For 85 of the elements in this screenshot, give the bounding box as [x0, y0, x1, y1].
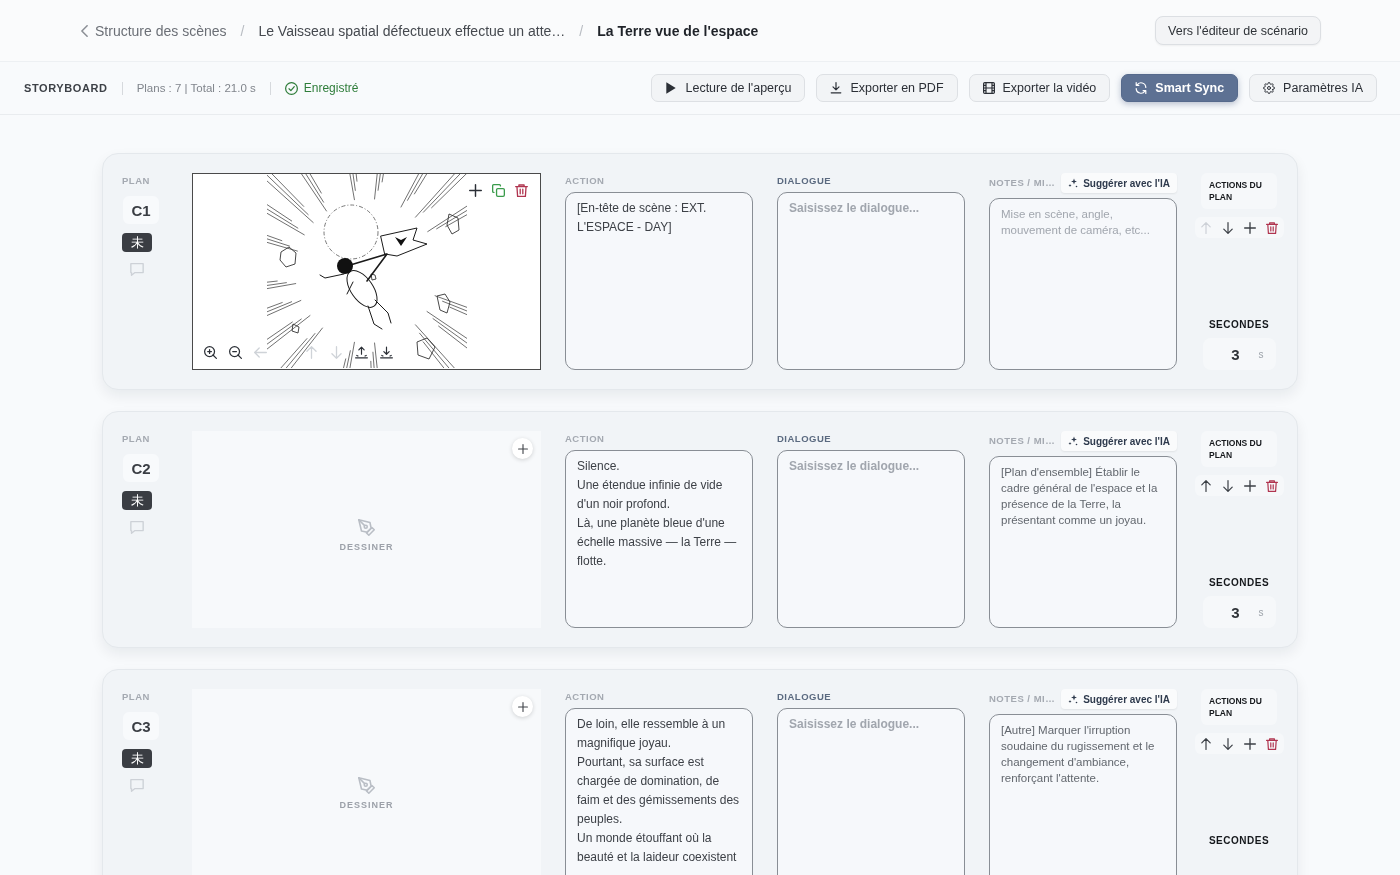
draw-hint: DESSINER: [339, 542, 394, 552]
actions-label: ACTIONS DU PLAN: [1201, 431, 1277, 467]
shot-summary: Plans : 7 | Total : 21.0 s: [136, 82, 256, 94]
field-label: NOTES / MI…: [989, 435, 1056, 447]
script-editor-button[interactable]: Vers l'éditeur de scénario: [1155, 16, 1321, 45]
breadcrumb-link[interactable]: Le Vaisseau spatial défectueux effectue un atte…: [258, 22, 566, 39]
plus-icon[interactable]: [469, 184, 482, 197]
notes-field[interactable]: [Autre] Marquer l'irruption soudaine du rugissement et le changement d'ambiance, renforçant l'attente.: [989, 714, 1177, 875]
seconds-label: SECONDES: [1208, 319, 1270, 331]
pen-tool-icon: [358, 777, 375, 794]
status-badge: 未: [122, 491, 152, 510]
breadcrumb-separator: /: [240, 22, 245, 39]
seconds-field[interactable]: 3 s: [1202, 338, 1276, 370]
trash-icon[interactable]: [515, 184, 528, 197]
action-field[interactable]: [En-tête de scène : EXT. L'ESPACE - DAY]: [565, 192, 753, 370]
preview-button[interactable]: Lecture de l'aperçu: [651, 74, 806, 102]
play-icon: [665, 82, 678, 94]
suggest-ai-button[interactable]: Suggérer avec l'IA: [1061, 689, 1177, 709]
film-icon: [982, 82, 995, 94]
seconds-field[interactable]: 3 s: [1202, 596, 1276, 628]
check-circle-icon: [284, 81, 298, 95]
plus-icon: [517, 701, 528, 712]
breadcrumb-separator: /: [579, 22, 584, 39]
field-label: NOTES / MI…: [989, 177, 1056, 189]
arrow-down-icon[interactable]: [1221, 737, 1234, 750]
action-field[interactable]: De loin, elle ressemble à un magnifique joyau. Pourtant, sa surface est chargée de domination, de faim et des gémissements des peuples. Un monde étouffant où la beauté et la laideur coexistent: [565, 708, 753, 875]
copy-icon[interactable]: [492, 184, 505, 197]
draw-hint: DESSINER: [339, 800, 394, 810]
storyboard-title: STORYBOARD: [24, 82, 108, 94]
field-label: NOTES / MI…: [989, 693, 1056, 705]
settings-icon: [1263, 82, 1276, 94]
plus-icon[interactable]: [1244, 737, 1257, 750]
sparkle-icon: [1068, 694, 1079, 704]
breadcrumb-link[interactable]: Structure des scènes: [95, 22, 227, 39]
field-label: DIALOGUE: [777, 175, 832, 187]
sparkle-icon: [1068, 178, 1079, 188]
zoom-out-icon[interactable]: [229, 346, 242, 359]
arrow-up-icon[interactable]: [1199, 479, 1212, 492]
suggest-ai-button[interactable]: Suggérer avec l'IA: [1061, 173, 1177, 193]
trash-icon[interactable]: [1266, 737, 1279, 750]
pen-tool-icon: [358, 519, 375, 536]
field-label: PLAN: [122, 691, 150, 703]
save-status: Enregistré: [303, 81, 359, 95]
action-field[interactable]: Silence. Une étendue infinie de vide d'un noir profond. Là, une planète bleue d'une échelle massive — la Terre — flotte.: [565, 450, 753, 628]
field-label: ACTION: [565, 691, 605, 703]
field-label: ACTION: [565, 433, 605, 445]
status-badge: 未: [122, 749, 152, 768]
plus-icon[interactable]: [1244, 479, 1257, 492]
seconds-label: SECONDES: [1208, 577, 1270, 589]
chevron-left-icon[interactable]: [81, 24, 88, 37]
field-label: PLAN: [122, 175, 150, 187]
plus-icon[interactable]: [1244, 221, 1257, 234]
trash-icon[interactable]: [1266, 221, 1279, 234]
ai-settings-button[interactable]: Paramètres IA: [1249, 74, 1377, 102]
sparkle-icon: [1068, 436, 1079, 446]
add-sketch-button[interactable]: [512, 438, 533, 459]
shot-number: C1: [123, 196, 159, 224]
arrow-down-icon[interactable]: [1221, 479, 1234, 492]
export-video-button[interactable]: Exporter la vidéo: [968, 74, 1111, 102]
field-label: DIALOGUE: [777, 691, 832, 703]
field-label: ACTION: [565, 175, 605, 187]
field-label: DIALOGUE: [777, 433, 832, 445]
shot-number: C3: [123, 712, 159, 740]
actions-label: ACTIONS DU PLAN: [1201, 173, 1277, 209]
trash-icon[interactable]: [1266, 479, 1279, 492]
shot-number: C2: [123, 454, 159, 482]
field-label: PLAN: [122, 433, 150, 445]
seconds-label: SECONDES: [1208, 835, 1270, 847]
arrow-down-icon[interactable]: [1221, 221, 1234, 234]
download-icon: [830, 82, 843, 94]
status-badge: 未: [122, 233, 152, 252]
notes-field[interactable]: [Plan d'ensemble] Établir le cadre général de l'espace et la présence de la Terre, la présentant comme un joyau.: [989, 456, 1177, 628]
arrow-up-icon[interactable]: [1199, 737, 1212, 750]
breadcrumb-current: La Terre vue de l'espace: [597, 22, 759, 39]
arrow-down-to-line-icon[interactable]: [380, 346, 393, 359]
suggest-ai-button[interactable]: Suggérer avec l'IA: [1061, 431, 1177, 451]
arrow-up-to-line-icon[interactable]: [355, 346, 368, 359]
actions-label: ACTIONS DU PLAN: [1201, 689, 1277, 725]
export-pdf-button[interactable]: Exporter en PDF: [816, 74, 958, 102]
plus-icon: [517, 443, 528, 454]
sync-icon: [1135, 82, 1148, 94]
sketch-frame[interactable]: [192, 173, 541, 370]
zoom-in-icon[interactable]: [204, 346, 217, 359]
add-sketch-button[interactable]: [512, 696, 533, 717]
smart-sync-button[interactable]: Smart Sync: [1121, 74, 1239, 102]
